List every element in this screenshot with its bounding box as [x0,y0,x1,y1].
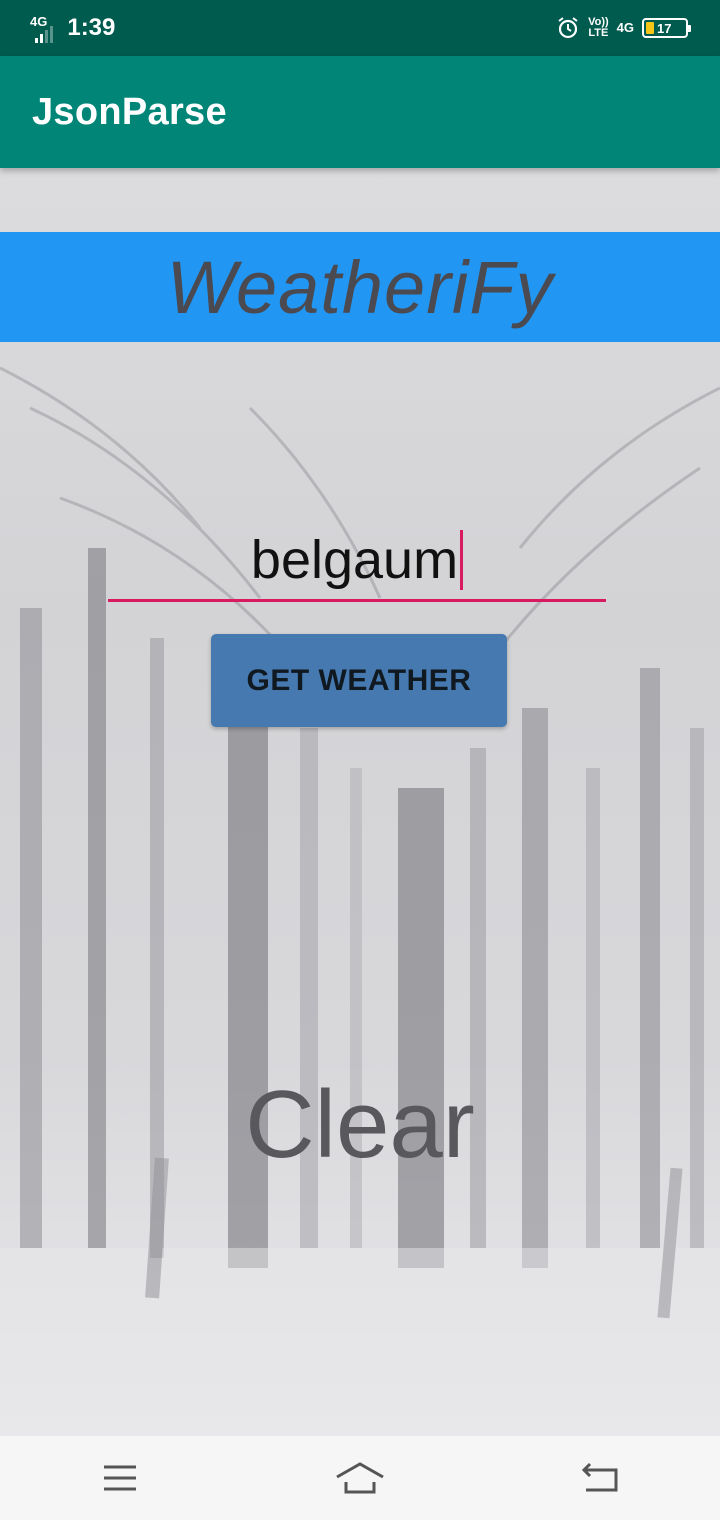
status-right: Vo)) LTE 4G 17 [556,16,691,40]
city-input-value: belgaum [250,529,459,590]
home-button[interactable] [320,1448,400,1508]
signal-icon [35,25,54,43]
background-image [0,168,720,1436]
navigation-bar [0,1436,720,1520]
text-cursor [460,529,464,590]
volte-indicator: Vo)) LTE [588,17,609,39]
city-input[interactable]: belgaum [108,520,606,602]
battery-icon: 17 [642,18,691,38]
alarm-icon [556,16,580,40]
banner-title: WeatheriFy [166,245,554,329]
menu-button[interactable] [80,1448,160,1508]
banner: WeatheriFy [0,232,720,342]
weather-condition: Clear [245,1071,475,1178]
back-button[interactable] [560,1448,640,1508]
status-left: 4G 1:39 [30,14,116,43]
app-bar: JsonParse [0,56,720,168]
battery-fill [646,22,654,34]
clock: 1:39 [67,14,116,41]
home-icon [335,1461,385,1495]
network-type-right: 4G [616,20,634,35]
battery-level: 17 [657,20,672,36]
back-icon [580,1462,620,1494]
get-weather-button[interactable]: GET WEATHER [211,634,507,727]
volte-bottom: LTE [588,27,609,39]
status-bar: 4G 1:39 Vo)) LTE 4G 17 [0,0,720,56]
menu-icon [102,1464,138,1492]
app-title: JsonParse [32,90,227,133]
